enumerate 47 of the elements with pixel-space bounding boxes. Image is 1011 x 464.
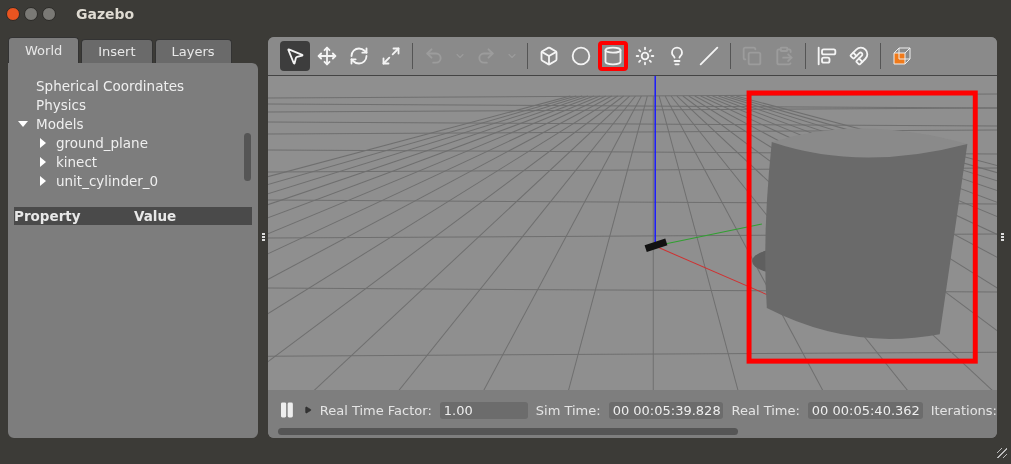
- tree-item[interactable]: Models: [36, 116, 84, 133]
- sensor-model: [644, 238, 668, 252]
- select-tool-button[interactable]: [280, 40, 310, 71]
- align-icon: [817, 45, 837, 66]
- collapsed-arrow-icon[interactable]: [38, 157, 48, 168]
- splitter-handle[interactable]: [1000, 233, 1004, 242]
- column-header: Value: [134, 207, 178, 224]
- magnet-icon: [849, 45, 869, 66]
- tree-item[interactable]: kinect: [56, 154, 98, 171]
- slash-icon: [699, 45, 719, 66]
- cube-view-icon: [891, 44, 913, 67]
- real-time-value: 00 00:05:40.362: [807, 401, 923, 419]
- real-time-factor-value: 1.00: [439, 401, 528, 419]
- tree-item[interactable]: unit_cylinder_0: [56, 173, 159, 190]
- pause-icon[interactable]: [278, 401, 296, 419]
- collapsed-arrow-icon[interactable]: [38, 176, 48, 187]
- tree-item[interactable]: Physics: [36, 97, 86, 114]
- tab[interactable]: Insert: [81, 38, 153, 63]
- move-arrows-icon: [317, 45, 337, 66]
- minimize-button[interactable]: [24, 7, 38, 22]
- sim-time-value: 00 00:05:39.828: [608, 401, 724, 419]
- tab[interactable]: Layers: [154, 38, 232, 63]
- scrollbar-thumb[interactable]: [278, 428, 738, 435]
- field-label: Sim Time:: [535, 402, 601, 418]
- rotate-icon: [349, 45, 369, 66]
- tab[interactable]: World: [8, 36, 80, 63]
- splitter-handle[interactable]: [261, 233, 265, 242]
- scrollbar-thumb[interactable]: [244, 132, 251, 181]
- field-label: Real Time:: [731, 402, 800, 418]
- sphere-icon: [571, 45, 591, 66]
- pointer-icon: [285, 45, 305, 66]
- tree-item[interactable]: Spherical Coordinates: [36, 78, 185, 95]
- column-header: Property: [14, 207, 82, 224]
- field-label: Iterations:: [930, 402, 997, 418]
- field-label: Real Time Factor:: [319, 402, 432, 418]
- cylinder-icon: [603, 45, 623, 66]
- sun-icon: [635, 45, 655, 66]
- window-title: Gazebo: [76, 6, 135, 23]
- resize-icon: [381, 45, 401, 66]
- resize-grip[interactable]: [997, 448, 1007, 458]
- cube-icon: [539, 45, 559, 66]
- maximize-button[interactable]: [42, 7, 56, 22]
- tree-item[interactable]: ground_plane: [56, 135, 148, 152]
- cylinder-tool-button[interactable]: [598, 40, 628, 71]
- close-button[interactable]: [6, 7, 20, 22]
- step-icon[interactable]: [303, 406, 312, 414]
- collapsed-arrow-icon[interactable]: [38, 138, 48, 149]
